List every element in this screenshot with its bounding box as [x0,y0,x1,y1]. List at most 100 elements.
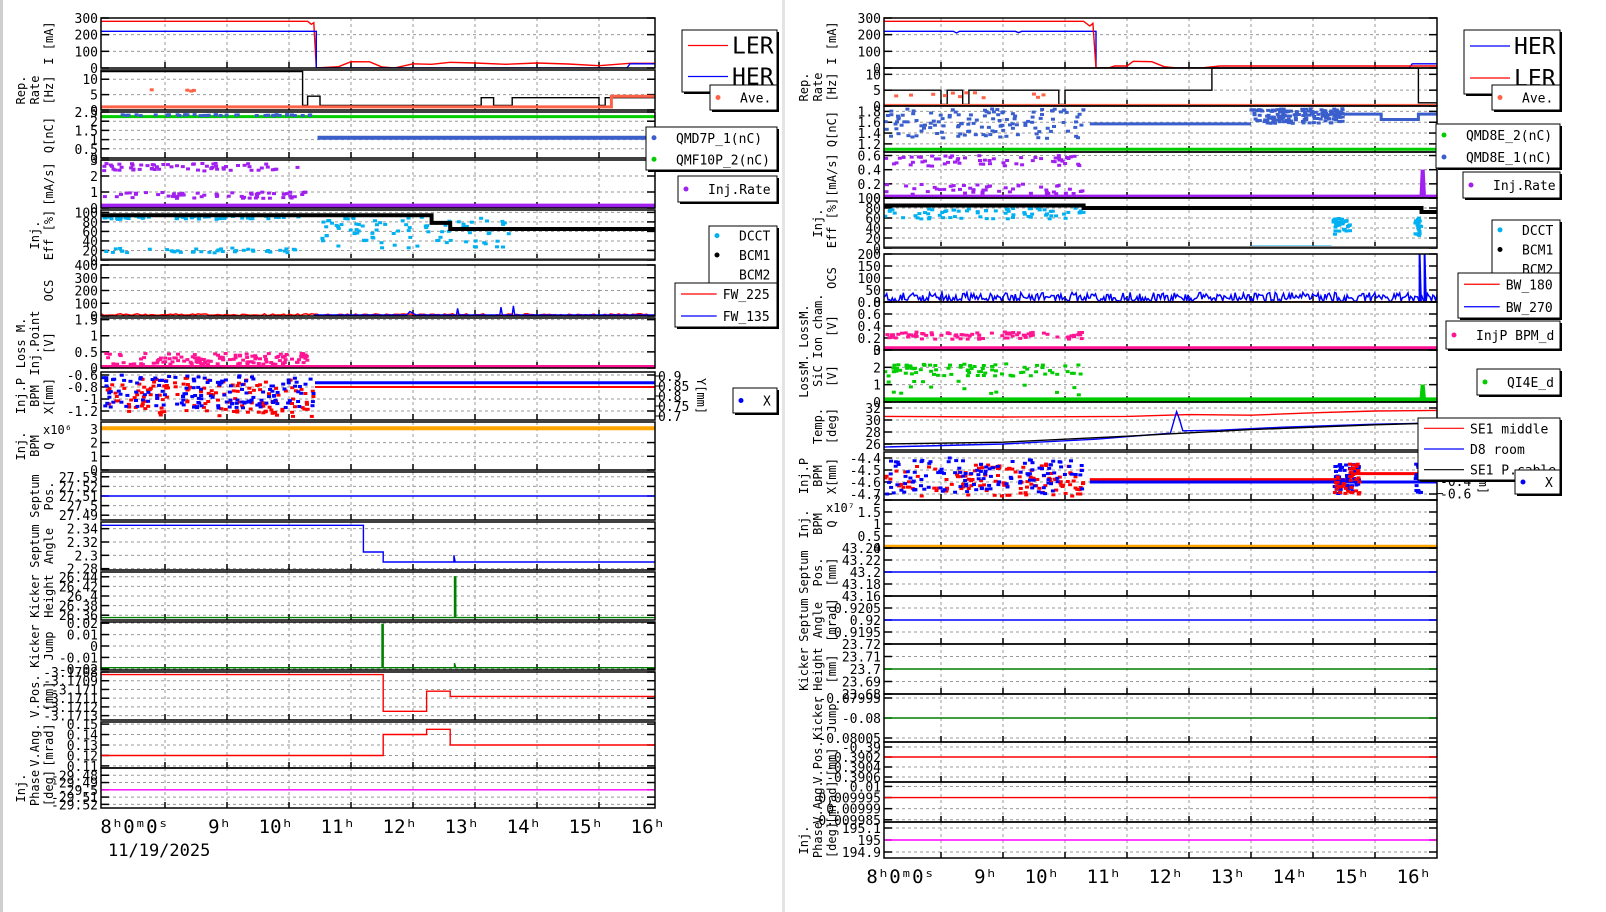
series-x-point [275,402,280,406]
series-qmd8e-1-nc--point [1275,118,1279,122]
series-y-point [140,402,145,406]
series-loss-point [245,361,250,365]
y-axis-label: V.Ang. [811,780,825,823]
series-y-point [1335,487,1339,491]
series-qi4e-d-point [1072,386,1077,390]
series-x-point [191,386,196,390]
series-qi4e-d-point [948,363,952,367]
series-layer [101,524,655,563]
series-y-point [206,400,211,403]
y-axis-label: Q[nC] [42,117,56,153]
series-x-point [1080,487,1085,491]
series-qmd8e-1-nc--point [1340,112,1345,115]
series-x-point [162,393,167,397]
y-tick-label: -0.39 [842,741,881,756]
series-dcct-point [1337,223,1342,227]
series-y-point [223,407,228,411]
series-dcct-point [1333,229,1338,233]
y-axis-label: Septum [28,474,42,517]
series-qi4e-d-point [1063,364,1068,368]
series-inj-rate-point [256,192,261,195]
series-qi4e-d-point [993,363,998,367]
series-x-point [244,379,248,383]
series-qmd8e-1-nc--point [940,117,945,121]
series-x-point [161,403,166,407]
series-qmd8e-1-nc--point [1075,115,1080,119]
series-x-point [294,380,299,384]
series-qmd8e-1-nc--point [939,130,944,134]
series-qmd8e-1-nc--point [990,129,995,133]
series-ave--point [1041,93,1046,97]
series-inj-rate-point [1007,190,1012,194]
series-injp-bpm-d-point [1041,331,1046,335]
series-qmd8e-1-nc--point [973,133,978,137]
series-inj-rate-point [963,156,967,160]
series-x-point [1028,458,1033,462]
series-inj-rate-point [904,184,909,188]
series-injp-bpm-d-point [977,336,982,340]
series-dcct-point [1344,229,1349,233]
series-x-point [261,390,266,394]
series-y-point [1021,465,1026,469]
series-x-point [1043,492,1048,496]
series-x-point [1046,478,1051,482]
legend-qmd7p-1-nc--dot-icon [651,135,657,141]
series-loss-point [151,361,156,365]
series-x-point [124,404,129,408]
series-y-point [148,387,153,391]
series-x-point [1041,486,1046,490]
series-loss-point [167,357,172,361]
series-dcct-point [207,250,212,254]
series-x-point [1414,484,1419,488]
panel-frame [100,767,656,809]
series-dcct-point [250,248,255,252]
series-injp-bpm-d-point [965,337,970,341]
series-qmd8e-1-nc--point [990,107,995,111]
y-tick-label: 2.32 [67,536,98,551]
series-qmd8e-1-nc--point [1052,125,1056,128]
series-x-point [196,375,201,379]
series-loss-point [305,358,310,362]
legend-qmd8e-2-nc--dot-icon [1441,132,1447,138]
y-axis-label: Loss M. [14,318,28,369]
series-dcct-point [343,217,348,221]
series-x-point [1333,465,1338,468]
series-x-point [975,468,980,472]
series-x-point [920,458,925,462]
series-qmd7p-1-nc--point [218,114,223,117]
series-dcct-point [1011,216,1015,219]
series-injp-bpm-d-point [1030,330,1035,334]
series-qmd8e-1-nc--point [1330,112,1335,115]
series-y-point [245,410,250,414]
series-va-line [101,728,655,757]
series-x-point [135,404,140,408]
series-y-point [302,407,307,411]
series-qmd8e-1-nc--point [893,122,898,126]
series-qmd8e-1-nc--point [991,117,996,121]
series-x-point [899,488,904,492]
series-qmd8e-1-nc--point [1040,108,1045,111]
panel-ocs: 0100200300400OCS [42,259,656,325]
series-injp-bpm-d-point [1045,332,1050,336]
series-x-point [111,378,115,382]
series-x-point [154,404,159,408]
series-ave--point [981,96,986,100]
series-inj-rate-point [951,184,956,188]
series-loss-point [104,352,109,356]
series-x-point [1342,468,1347,472]
series-injp-bpm-d-point [919,337,924,341]
series-y-point [1070,494,1075,498]
series-qmd7p-1-nc--point [224,113,229,117]
x-tick-label: 14ʰ [1273,866,1307,888]
series-injp-bpm-d-point [1080,331,1084,334]
series-y-point [304,400,309,404]
series-injp-bpm-d-point [900,331,904,335]
series-dcct-point [408,235,413,239]
series-inj-rate-point [166,163,170,167]
series-inj-rate-point [113,168,118,172]
series-loss-point [281,362,285,365]
series-inj-rate-point [1020,163,1025,167]
series-x-point [924,474,928,478]
series-qmd7p-1-nc--point [120,113,125,117]
series-inj-rate-point [909,155,914,159]
